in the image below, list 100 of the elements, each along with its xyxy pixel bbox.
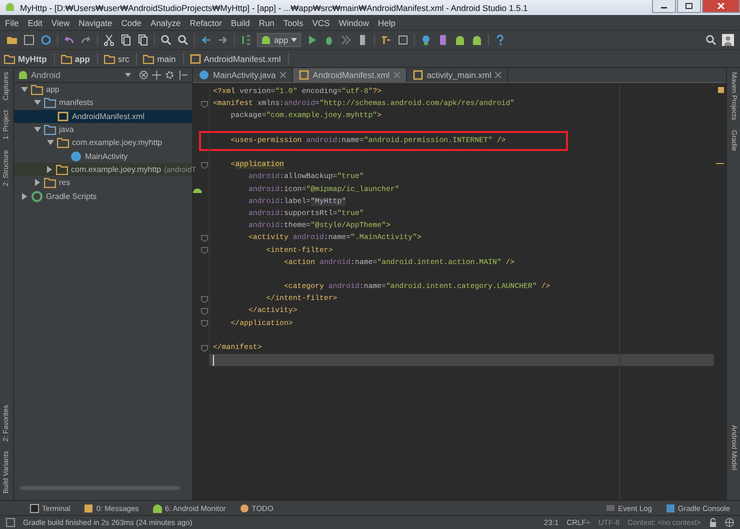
tree-item[interactable]: res	[14, 176, 192, 190]
tree-item[interactable]: MainActivity	[14, 149, 192, 163]
search-icon[interactable]	[177, 34, 189, 46]
text-cursor	[213, 354, 214, 366]
tree-item-label: Gradle Scripts	[46, 192, 97, 201]
back-arrow-icon[interactable]	[200, 34, 212, 46]
gradle-icon	[31, 190, 43, 202]
undo-icon[interactable]	[63, 34, 75, 46]
editor-tab[interactable]: activity_main.xml	[406, 68, 508, 82]
settings-icon[interactable]	[165, 70, 175, 80]
copy-icon[interactable]	[120, 34, 132, 46]
android-icon	[193, 186, 202, 194]
close-button[interactable]	[702, 0, 740, 13]
breadcrumb[interactable]: main	[143, 54, 176, 64]
menu-item[interactable]: Help	[378, 18, 396, 28]
user-icon[interactable]	[722, 34, 734, 46]
scissors-icon[interactable]	[103, 34, 115, 46]
project-view-dropdown[interactable]: Android	[18, 70, 130, 80]
folder-icon	[57, 137, 69, 148]
editor-tab[interactable]: MainActivity.java	[193, 68, 293, 82]
menu-item[interactable]: Edit	[28, 18, 42, 28]
warning-marker	[716, 163, 724, 164]
status-indicator-icon	[718, 87, 724, 93]
menu-item[interactable]: Refactor	[190, 18, 222, 28]
folder-icon	[44, 124, 56, 136]
fold-marker-icon[interactable]	[201, 100, 208, 108]
android-icon	[261, 35, 271, 45]
tree-item[interactable]: Gradle Scripts	[14, 189, 192, 203]
file-icon	[298, 70, 309, 80]
paste-icon[interactable]	[137, 34, 149, 46]
tree-item-label: com.example.joey.myhttp	[71, 164, 162, 174]
run-configuration-dropdown[interactable]: app	[257, 33, 302, 47]
fold-marker-icon[interactable]	[201, 344, 208, 352]
tree-item-label: MainActivity	[85, 152, 128, 161]
maximize-button[interactable]	[677, 0, 701, 13]
menu-item[interactable]: Analyze	[150, 18, 181, 28]
fold-marker-icon[interactable]	[201, 320, 208, 328]
android-icon	[4, 2, 16, 14]
android-icon[interactable]	[471, 34, 484, 46]
folder-icon	[56, 164, 68, 175]
folder-icon	[60, 54, 72, 64]
android-icon[interactable]	[454, 34, 466, 46]
menu-item[interactable]: Build	[230, 18, 250, 28]
close-icon[interactable]	[280, 72, 286, 78]
class-icon	[199, 70, 209, 80]
tree-item[interactable]: java	[14, 122, 192, 136]
folder-icon	[44, 97, 56, 108]
help-icon[interactable]	[494, 34, 506, 46]
menu-item[interactable]: Navigate	[78, 18, 112, 28]
terminal-icon	[30, 504, 39, 512]
tree-item[interactable]: com.example.joey.myhttp	[14, 136, 192, 150]
tree-item-label: app	[46, 85, 60, 94]
folder-icon	[44, 177, 56, 188]
file-icon	[57, 110, 69, 122]
breadcrumb[interactable]: app	[60, 54, 90, 64]
tree-item-label: manifests	[59, 98, 94, 108]
breadcrumb[interactable]: MyHttp	[4, 54, 47, 64]
search-icon[interactable]	[160, 34, 172, 46]
tree-item[interactable]: app	[14, 83, 192, 96]
tree-item-label: res	[59, 178, 70, 188]
editor-tab[interactable]: AndroidManifest.xml	[292, 68, 407, 82]
breadcrumb[interactable]: src	[104, 54, 130, 64]
menu-item[interactable]: Code	[121, 18, 142, 28]
file-icon	[190, 54, 201, 64]
redo-icon[interactable]	[80, 34, 92, 46]
file-icon	[412, 70, 423, 80]
class-icon	[70, 150, 82, 162]
folder-icon	[31, 84, 43, 96]
search-icon[interactable]	[705, 34, 717, 46]
menu-item[interactable]: Tools	[283, 18, 304, 28]
forward-arrow-icon[interactable]	[217, 34, 229, 46]
tab-label: activity_main.xml	[426, 70, 492, 80]
folder-icon[interactable]	[6, 34, 18, 46]
android-icon	[18, 70, 28, 80]
tree-item[interactable]: manifests	[14, 96, 192, 110]
close-icon[interactable]	[495, 72, 502, 78]
minimize-button[interactable]	[652, 0, 676, 13]
folder-icon	[143, 54, 154, 64]
fold-marker-icon[interactable]	[201, 247, 208, 254]
tab-label: AndroidManifest.xml	[312, 70, 390, 80]
menu-item[interactable]: Window	[338, 18, 369, 28]
tree-item-label: com.example.joey.myhttp	[72, 138, 162, 148]
folder-icon	[104, 54, 115, 64]
fold-marker-icon[interactable]	[201, 234, 208, 242]
fold-marker-icon[interactable]	[201, 296, 208, 303]
tree-item[interactable]: AndroidManifest.xml	[14, 110, 192, 123]
menu-item[interactable]: View	[51, 18, 70, 28]
menu-item[interactable]: File	[5, 18, 19, 28]
fold-marker-icon[interactable]	[201, 308, 208, 315]
globe-icon[interactable]	[725, 518, 734, 527]
lock-icon[interactable]	[709, 518, 717, 527]
menu-item[interactable]: VCS	[312, 18, 330, 28]
folder-icon	[4, 54, 15, 64]
window-title: MyHttp - [D:₩Users₩user₩AndroidStudioProjects₩MyHttp] - [app] - ...₩app₩src₩main₩AndroidManifest.xml - Android Studio 1.5.1	[20, 2, 528, 12]
menu-item[interactable]: Run	[258, 18, 274, 28]
run-icon[interactable]	[306, 34, 318, 46]
fold-marker-icon[interactable]	[201, 162, 208, 169]
caret-icon	[291, 38, 298, 42]
breadcrumb[interactable]: AndroidManifest.xml	[190, 54, 281, 64]
maximize-icon	[685, 3, 693, 9]
